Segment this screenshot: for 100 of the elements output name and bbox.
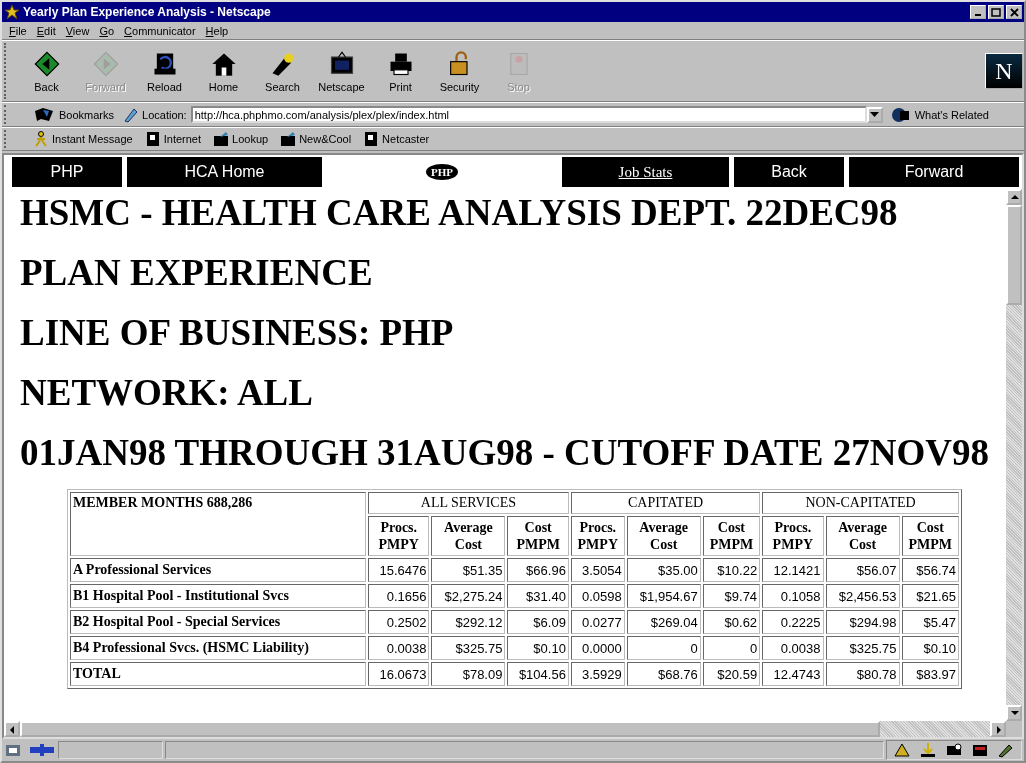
bookmark-icon (33, 106, 55, 123)
maximize-icon (991, 7, 1001, 17)
nav-button[interactable]: HCA Home (127, 157, 322, 187)
column-header: Cost PMPM (507, 516, 569, 556)
toolbar-button[interactable]: Back (17, 49, 76, 93)
toolbar-button[interactable]: Netscape (312, 49, 371, 93)
table-cell: $78.09 (431, 662, 506, 686)
nav-button[interactable]: Forward (849, 157, 1019, 187)
table-cell: 16.0673 (368, 662, 430, 686)
table-cell: $2,456.53 (825, 584, 900, 608)
personal-toolbar-button[interactable]: New&Cool (280, 131, 352, 147)
menu-item[interactable]: Go (94, 24, 120, 37)
table-cell: $5.47 (901, 610, 959, 634)
nav-button[interactable]: Back (734, 157, 844, 187)
table-cell: 0.2502 (368, 610, 430, 634)
column-group-header: NON-CAPITATED (762, 492, 959, 514)
nav-link[interactable]: Job Stats (618, 163, 673, 181)
table-cell: 0.2225 (762, 610, 824, 634)
table-cell: 0 (626, 636, 701, 660)
table-cell: 12.1421 (762, 558, 824, 582)
table-cell: $325.75 (431, 636, 506, 660)
table-cell: 0 (702, 636, 761, 660)
toolbar-button[interactable]: Print (371, 49, 430, 93)
whats-related-button[interactable]: What's Related (886, 106, 993, 123)
toolbar-button[interactable]: Reload (135, 49, 194, 93)
table-cell: $1,954.67 (626, 584, 701, 608)
column-header: Procs. PMPY (570, 516, 625, 556)
personal-toolbar-button[interactable]: Lookup (213, 131, 269, 147)
toolbar-button[interactable]: Home (194, 49, 253, 93)
table-header: MEMBER MONTHS 688,286 (70, 492, 366, 556)
row-label: A Professional Services (70, 558, 366, 582)
netscape-logo: N (985, 53, 1023, 89)
column-group-header: ALL SERVICES (368, 492, 569, 514)
table-cell: 3.5054 (570, 558, 625, 582)
column-group-header: CAPITATED (570, 492, 761, 514)
table-cell: $325.75 (825, 636, 900, 660)
page-icon (144, 131, 161, 147)
table-cell: $68.76 (626, 662, 701, 686)
heading: HSMC - HEALTH CARE ANALYSIS DEPT. 22DEC98 (20, 191, 899, 235)
nav-button[interactable]: PHP (12, 157, 122, 187)
heading: 01JAN98 THROUGH 31AUG98 - CUTOFF DATE 27NOV98 (20, 431, 990, 475)
close-button[interactable] (1006, 5, 1022, 19)
folder-icon (280, 131, 297, 147)
forward-arrow-icon (91, 49, 120, 78)
personal-toolbar-button[interactable]: Instant Message (33, 131, 133, 147)
menu-item[interactable]: Communicator (119, 24, 201, 37)
vertical-scrollbar[interactable] (1006, 189, 1022, 721)
column-header: Average Cost (626, 516, 701, 556)
toolbar-button[interactable]: Search (253, 49, 312, 93)
column-header: Cost PMPM (901, 516, 959, 556)
table-cell: 0.1656 (368, 584, 430, 608)
table-cell: $80.78 (825, 662, 900, 686)
table-cell: $31.40 (507, 584, 569, 608)
personal-toolbar-button[interactable]: Internet (144, 131, 202, 147)
table-cell: 3.5929 (570, 662, 625, 686)
personal-toolbar-button[interactable]: Netcaster (363, 131, 430, 147)
table-cell: $51.35 (431, 558, 506, 582)
toolbar-button[interactable]: Security (430, 49, 489, 93)
menu-item[interactable]: Help (200, 24, 234, 37)
maximize-button[interactable] (988, 5, 1004, 19)
bookmarks-button[interactable]: Bookmarks (29, 106, 119, 123)
url-field[interactable]: http://hca.phphmo.com/analysis/plex/plex/index.html (190, 106, 867, 123)
table-cell: $0.10 (901, 636, 959, 660)
close-icon (1009, 7, 1019, 17)
minimize-button[interactable] (970, 5, 986, 19)
table-cell: 0.0000 (570, 636, 625, 660)
minimize-icon (975, 14, 981, 16)
table-cell: $83.97 (901, 662, 959, 686)
table-cell: $294.98 (825, 610, 900, 634)
menu-item[interactable]: Edit (31, 24, 61, 37)
page-icon (363, 131, 380, 147)
heading: PLAN EXPERIENCE (20, 251, 374, 295)
folder-icon (213, 131, 230, 147)
column-header: Average Cost (431, 516, 506, 556)
scrollbar-corner (1006, 721, 1022, 737)
table-cell: $6.09 (507, 610, 569, 634)
row-label: B4 Professional Svcs. (HSMC Liability) (70, 636, 366, 660)
table-cell: $292.12 (431, 610, 506, 634)
table-cell: $56.74 (901, 558, 959, 582)
table-cell: 0.0277 (570, 610, 625, 634)
caret-icon (870, 111, 880, 118)
window-title: Yearly Plan Experience Analysis - Netscape (23, 5, 272, 19)
table-cell: 12.4743 (762, 662, 824, 686)
menu-item[interactable]: File (4, 24, 32, 37)
column-header: Procs. PMPY (368, 516, 430, 556)
row-label: TOTAL (70, 662, 366, 686)
location-label: Location: (142, 108, 187, 121)
row-label: B1 Hospital Pool - Institutional Svcs (70, 584, 366, 608)
column-header: Average Cost (825, 516, 900, 556)
table-cell: $9.74 (702, 584, 761, 608)
table-cell: $0.62 (702, 610, 761, 634)
table-cell: $21.65 (901, 584, 959, 608)
table-cell: 15.6476 (368, 558, 430, 582)
table-cell: $56.07 (825, 558, 900, 582)
person-icon (33, 131, 49, 147)
table-cell: $66.96 (507, 558, 569, 582)
table-cell: 0.0598 (570, 584, 625, 608)
horizontal-scrollbar[interactable] (4, 721, 1006, 737)
menu-item[interactable]: View (60, 24, 95, 37)
logo: PHP (426, 164, 458, 180)
